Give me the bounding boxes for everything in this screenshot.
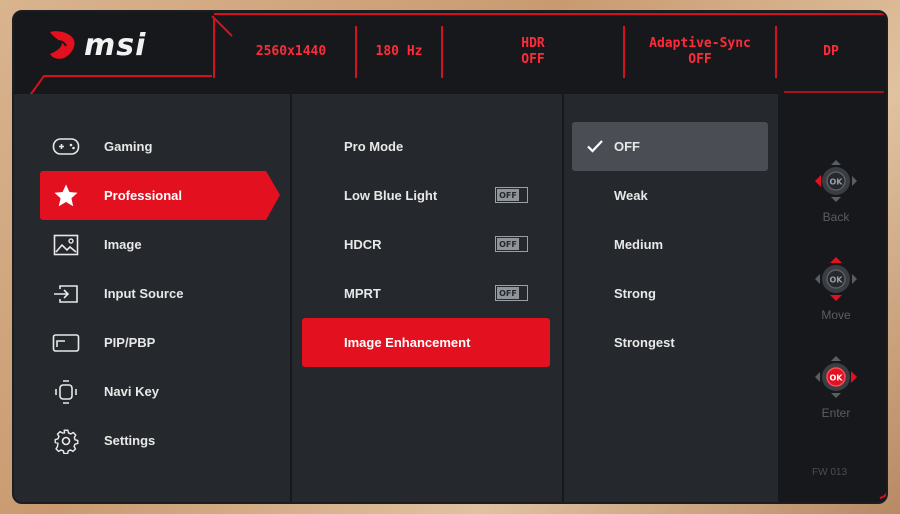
nav-move: OK Move <box>806 254 866 322</box>
menu-item-settings[interactable]: Settings <box>40 416 280 465</box>
input-source-icon <box>52 280 80 308</box>
menu-label: Gaming <box>104 139 153 154</box>
menu-item-pip-pbp[interactable]: PIP/PBP <box>40 318 280 367</box>
status-resolution: 2560x1440 <box>255 44 327 59</box>
ok-label: OK <box>830 276 844 285</box>
brand-name: msi <box>84 27 147 63</box>
joystick-back-icon: OK <box>815 160 857 202</box>
option-strongest[interactable]: Strongest <box>572 318 768 367</box>
nav-move-label: Move <box>821 308 851 322</box>
menu-label: PIP/PBP <box>104 335 156 350</box>
gear-icon <box>52 427 80 455</box>
menu-label: Professional <box>104 188 183 203</box>
menu-item-professional[interactable]: Professional <box>40 171 280 220</box>
toggle-state: OFF <box>497 238 519 250</box>
navi-key-guide: OK Back OK Move OK Enter FW 013 <box>780 94 886 502</box>
navi-key-icon <box>52 378 80 406</box>
hdcr-toggle[interactable]: OFF <box>495 236 528 252</box>
menu-label: Image <box>104 237 142 252</box>
joystick-move-icon: OK <box>815 257 857 301</box>
firmware-version: FW 013 <box>812 467 848 478</box>
submenu-item-low-blue-light[interactable]: Low Blue Light OFF <box>302 171 550 220</box>
brand-logo: msi <box>14 12 214 78</box>
ok-label: OK <box>830 374 844 383</box>
menu-item-input-source[interactable]: Input Source <box>40 269 280 318</box>
submenu-item-hdcr[interactable]: HDCR OFF <box>302 220 550 269</box>
status-refresh-rate: 180 Hz <box>375 44 423 59</box>
nav-back: OK Back <box>806 156 866 224</box>
pip-icon <box>52 329 80 357</box>
submenu-item-image-enhancement[interactable]: Image Enhancement <box>302 318 550 367</box>
menu-item-image[interactable]: Image <box>40 220 280 269</box>
joystick-enter-icon: OK <box>815 356 857 398</box>
ok-label: OK <box>830 178 844 187</box>
submenu-item-mprt[interactable]: MPRT OFF <box>302 269 550 318</box>
option-strong[interactable]: Strong <box>572 269 768 318</box>
status-bar: 2560x1440 180 Hz HDR OFF Adaptive-Sync O… <box>227 18 886 86</box>
menu-item-navi-key[interactable]: Navi Key <box>40 367 280 416</box>
osd-window: msi 2560x1440 180 Hz HDR OFF Adaptive-Sy… <box>12 10 888 504</box>
toggle-state: OFF <box>497 189 519 201</box>
gamepad-icon <box>52 133 80 161</box>
low-blue-light-toggle[interactable]: OFF <box>495 187 528 203</box>
toggle-state: OFF <box>497 287 519 299</box>
status-hdr: HDR OFF <box>521 36 545 67</box>
submenu-item-pro-mode[interactable]: Pro Mode <box>302 122 550 171</box>
option-weak[interactable]: Weak <box>572 171 768 220</box>
image-enhancement-options: OFF Weak Medium Strong Strongest <box>564 94 778 502</box>
nav-back-label: Back <box>822 210 850 224</box>
mprt-toggle[interactable]: OFF <box>495 285 528 301</box>
menu-item-gaming[interactable]: Gaming <box>40 122 280 171</box>
nav-enter-label: Enter <box>821 406 851 420</box>
professional-submenu: Pro Mode Low Blue Light OFF HDCR OFF MPR… <box>292 94 562 502</box>
msi-dragon-icon <box>50 31 75 59</box>
menu-label: Settings <box>104 433 156 448</box>
star-icon <box>52 182 80 210</box>
main-menu: Gaming Professional Image Input Source P… <box>14 94 290 502</box>
menu-label: Navi Key <box>104 384 159 399</box>
nav-enter: OK Enter <box>806 352 866 420</box>
menu-label: Input Source <box>104 286 184 301</box>
status-adaptive-sync: Adaptive-Sync OFF <box>649 36 751 67</box>
checkmark-icon <box>587 140 603 153</box>
image-icon <box>52 231 80 259</box>
status-input: DP <box>823 44 839 59</box>
option-off[interactable]: OFF <box>572 122 768 171</box>
option-medium[interactable]: Medium <box>572 220 768 269</box>
